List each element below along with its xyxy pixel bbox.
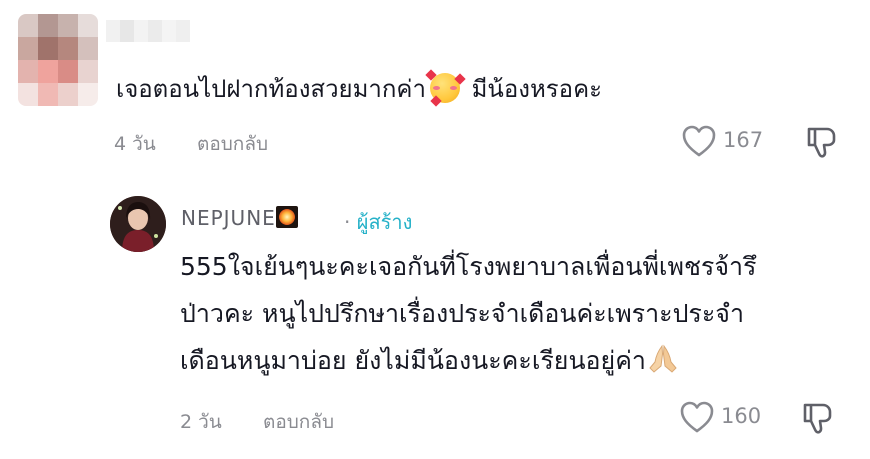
reply-text-line-2: ป่าวคะ หนูไปปรึกษาเรื่องประจำเดือนค่ะเพร… [180, 299, 744, 328]
comment-reply-button[interactable]: ตอบกลับ [197, 129, 268, 159]
reply-text-line-1: 555ใจเย้นๆนะคะเจอกันที่โรงพยาบาลเพื่อนพี… [180, 252, 757, 281]
avatar-portrait [110, 196, 166, 252]
fireworks-icon [275, 206, 298, 228]
reply-author-avatar[interactable] [110, 196, 166, 252]
comment-text-tail: มีน้องหรอคะ [463, 75, 603, 103]
dislike-icon[interactable] [804, 124, 838, 160]
comment-text: เจอตอนไปฝากท้องสวยมากค่า มีน้องหรอคะ [116, 69, 603, 107]
reply-timestamp: 2 วัน [180, 411, 222, 433]
reply-author-name[interactable]: NEPJUNE [181, 206, 298, 230]
reply-text-line-3: เดือนหนูมาบ่อย ยังไม่มีน้องนะคะเรียนอยู่… [180, 337, 680, 384]
creator-tag: · ผู้สร้าง [344, 206, 412, 238]
separator-dot: · [344, 210, 351, 234]
comment-author-avatar[interactable] [18, 14, 98, 106]
smiling-face-with-hearts-icon [425, 69, 466, 107]
reply-text-line-3-text: เดือนหนูมาบ่อย ยังไม่มีน้องนะคะเรียนอยู่… [180, 346, 646, 375]
reply-author-name-text: NEPJUNE [181, 206, 276, 230]
comment-text-main: เจอตอนไปฝากท้องสวยมากค่า [116, 75, 426, 103]
reply-heart-icon[interactable] [679, 400, 715, 434]
heart-icon[interactable] [681, 124, 717, 158]
comment-timestamp: 4 วัน [114, 133, 156, 155]
reply-reply-button[interactable]: ตอบกลับ [263, 407, 334, 437]
folded-hands-icon [649, 344, 677, 373]
creator-label: ผู้สร้าง [356, 210, 413, 234]
reply-like-count: 160 [721, 404, 762, 428]
comment-author-name-blurred[interactable] [106, 20, 190, 42]
reply-dislike-icon[interactable] [800, 400, 834, 436]
comment-like-count: 167 [723, 128, 764, 152]
